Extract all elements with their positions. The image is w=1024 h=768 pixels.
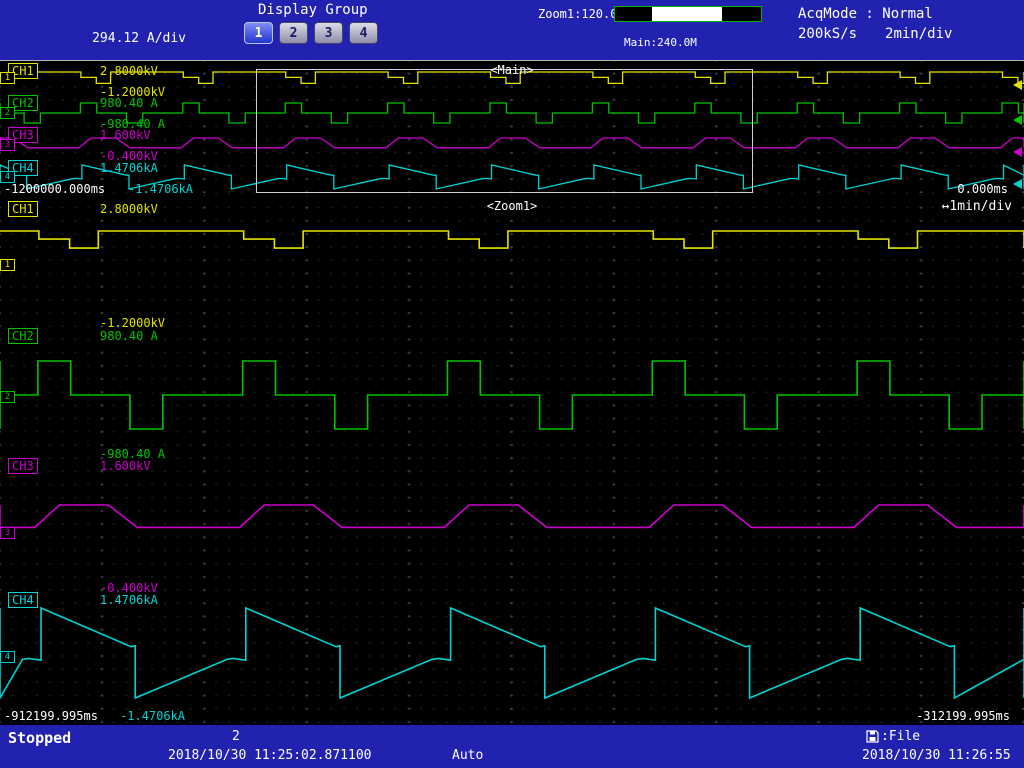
position-marker-ch1-zoom[interactable]: 1 bbox=[0, 259, 15, 271]
zoom-ch4-top-value: 1.4706kA bbox=[100, 593, 158, 607]
position-marker-ch4-main[interactable]: 4 bbox=[0, 171, 15, 183]
trace-ch3-zoom bbox=[0, 505, 1024, 527]
main-time-start: -1200000.000ms bbox=[4, 182, 105, 196]
zoom-ch1-label[interactable]: CH1 bbox=[8, 201, 38, 217]
main-ch2-top-value: 980.40 A bbox=[100, 96, 158, 110]
position-marker-ch1-main[interactable]: 1 bbox=[0, 72, 15, 84]
trace-ch4-zoom bbox=[0, 608, 1024, 698]
position-marker-ch4-zoom[interactable]: 4 bbox=[0, 651, 15, 663]
main-ch2-row: CH2 980.40 A bbox=[0, 95, 1024, 111]
status-bar: Stopped 2 2018/10/30 11:25:02.871100 Aut… bbox=[0, 725, 1024, 768]
file-label: :File bbox=[881, 729, 920, 744]
display-group-buttons: 1 2 3 4 bbox=[244, 22, 378, 44]
zoom-ch4-row: CH4 1.4706kA bbox=[0, 592, 1024, 608]
zoom-ch2-row: CH2 980.40 A bbox=[0, 328, 1024, 344]
timebase: 2min/div bbox=[885, 26, 952, 42]
main-ch1-top-value: 2.8000kV bbox=[100, 64, 158, 78]
trace-ch2-zoom bbox=[0, 361, 1024, 429]
zoom-ch2-top-value: 980.40 A bbox=[100, 329, 158, 343]
sample-rate: 200kS/s bbox=[798, 26, 857, 42]
main-ch3-top-value: 1.600kV bbox=[100, 128, 151, 142]
acq-mode-readout: AcqMode : Normal bbox=[798, 6, 933, 22]
level-arrow-ch2[interactable] bbox=[1013, 115, 1022, 125]
main-length-label: Main:240.0M bbox=[624, 36, 697, 49]
zoom-ch3-label[interactable]: CH3 bbox=[8, 458, 38, 474]
zoom-ch1-row: CH1 2.8000kV bbox=[0, 201, 1024, 217]
zoom-ch3-row: CH3 1.600kV bbox=[0, 458, 1024, 474]
zoom-position-bar[interactable] bbox=[614, 6, 762, 22]
zoom-ch4-bottom-value: -1.4706kA bbox=[120, 709, 185, 723]
display-group-button-1[interactable]: 1 bbox=[244, 22, 273, 44]
main-ch4-row: CH4 1.4706kA bbox=[0, 160, 1024, 176]
position-marker-ch3-main[interactable]: 3 bbox=[0, 139, 15, 151]
level-arrow-ch1[interactable] bbox=[1013, 80, 1022, 90]
main-time-end: 0.000ms bbox=[957, 182, 1008, 196]
zoom-ch4-label[interactable]: CH4 bbox=[8, 592, 38, 608]
zoom-time-start: -912199.995ms bbox=[4, 709, 98, 723]
readout-scale-line: 294.12 A/div bbox=[6, 31, 186, 46]
display-group-button-2[interactable]: 2 bbox=[279, 22, 308, 44]
zoom-ch2-label[interactable]: CH2 bbox=[8, 328, 38, 344]
oscilloscope-screen: 294.12 A/div CH4 : 0.500V/div Position :… bbox=[0, 0, 1024, 768]
level-arrow-ch4[interactable] bbox=[1013, 179, 1022, 189]
zoom-length-label: Zoom1:120.0M bbox=[538, 7, 625, 21]
main-ch4-bottom-value: -1.4706kA bbox=[128, 182, 193, 196]
file-indicator[interactable]: :File bbox=[866, 729, 920, 744]
zoom-ch1-top-value: 2.8000kV bbox=[100, 202, 158, 216]
zoom-window-handle[interactable] bbox=[652, 7, 723, 21]
zoom-time-end: -312199.995ms bbox=[916, 709, 1010, 723]
acq-rate-readout: 200kS/s 2min/div bbox=[798, 26, 952, 42]
group-number: 2 bbox=[232, 729, 240, 744]
main-ch1-row: CH1 2.8000kV bbox=[0, 63, 1024, 79]
display-group-label: Display Group bbox=[258, 2, 368, 18]
display-group-button-4[interactable]: 4 bbox=[349, 22, 378, 44]
floppy-disk-icon bbox=[866, 730, 879, 743]
position-marker-ch2-zoom[interactable]: 2 bbox=[0, 391, 15, 403]
acquisition-status: Stopped bbox=[8, 729, 71, 747]
display-group-button-3[interactable]: 3 bbox=[314, 22, 343, 44]
main-ch4-top-value: 1.4706kA bbox=[100, 161, 158, 175]
acquisition-datetime: 2018/10/30 11:25:02.871100 bbox=[168, 748, 372, 763]
zoom-waveform-view: <Zoom1> ↔1min/div CH1 2.8000kV -1.2000kV… bbox=[0, 195, 1024, 725]
trace-ch1-zoom bbox=[0, 231, 1024, 248]
zoom-ch3-top-value: 1.600kV bbox=[100, 459, 151, 473]
position-marker-ch2-main[interactable]: 2 bbox=[0, 107, 15, 119]
main-ch3-row: CH3 1.600kV bbox=[0, 127, 1024, 143]
main-waveform-view: <Main> CH1 2.8000kV -1.2000kV CH2 980.40… bbox=[0, 60, 1024, 196]
position-marker-ch3-zoom[interactable]: 3 bbox=[0, 527, 15, 539]
trigger-mode: Auto bbox=[452, 748, 483, 763]
level-arrow-ch3[interactable] bbox=[1013, 147, 1022, 157]
header-bar: 294.12 A/div CH4 : 0.500V/div Position :… bbox=[0, 0, 1024, 60]
clock-datetime: 2018/10/30 11:26:55 bbox=[862, 748, 1011, 763]
